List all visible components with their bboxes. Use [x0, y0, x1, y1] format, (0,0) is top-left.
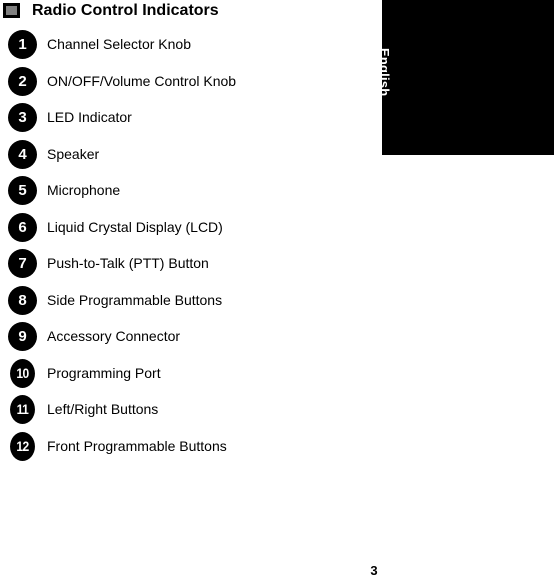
indicator-number-badge: 9: [8, 322, 37, 351]
indicator-label: Left/Right Buttons: [47, 401, 159, 417]
indicator-number-badge: 10: [10, 358, 35, 388]
language-tab: English: [377, 0, 554, 155]
indicator-label: Accessory Connector: [47, 328, 181, 344]
list-item: 6 Liquid Crystal Display (LCD): [0, 212, 380, 243]
indicator-number-badge: 11: [10, 395, 35, 424]
list-item: 3 LED Indicator: [0, 103, 380, 133]
indicator-label: Channel Selector Knob: [47, 36, 191, 52]
page-number: 3: [370, 563, 378, 578]
indicator-number-badge: 5: [8, 176, 37, 205]
indicator-label: Front Programmable Buttons: [47, 437, 227, 454]
indicator-number-badge: 12: [10, 431, 35, 461]
list-item: 5 Microphone: [0, 176, 380, 206]
indicator-number-badge: 6: [8, 212, 37, 242]
indicator-label: Programming Port: [47, 364, 161, 381]
indicator-number-badge: 8: [8, 285, 37, 315]
list-item: 4 Speaker: [0, 139, 380, 170]
list-item: 2 ON/OFF/Volume Control Knob: [0, 66, 380, 97]
list-item: 1 Channel Selector Knob: [0, 30, 380, 60]
indicator-label: Microphone: [47, 182, 121, 198]
indicator-number-badge: 3: [8, 103, 37, 132]
indicator-number-badge: 1: [8, 30, 37, 59]
filled-square-icon: [3, 3, 20, 18]
indicator-label: Liquid Crystal Display (LCD): [47, 218, 223, 235]
indicator-number-badge: 4: [8, 139, 37, 169]
list-item: 9 Accessory Connector: [0, 322, 380, 352]
list-item: 12 Front Programmable Buttons: [0, 431, 380, 462]
indicator-label: Side Programmable Buttons: [47, 291, 223, 308]
indicator-label: Speaker: [47, 145, 100, 162]
list-item: 11 Left/Right Buttons: [0, 395, 380, 425]
indicator-number-badge: 7: [8, 249, 37, 278]
filled-square-icon-inner: [6, 6, 17, 15]
indicator-label: Push-to-Talk (PTT) Button: [47, 255, 209, 271]
list-item: 7 Push-to-Talk (PTT) Button: [0, 249, 380, 279]
indicator-label: LED Indicator: [47, 109, 132, 125]
list-item: 8 Side Programmable Buttons: [0, 285, 380, 316]
indicator-label: ON/OFF/Volume Control Knob: [47, 72, 237, 89]
section-header: Radio Control Indicators: [0, 0, 380, 26]
page-title: Radio Control Indicators: [32, 2, 219, 19]
indicator-number-badge: 2: [8, 66, 37, 96]
list-item: 10 Programming Port: [0, 358, 380, 389]
manual-page: English Radio Control Indicators 1 Channe…: [0, 0, 554, 578]
